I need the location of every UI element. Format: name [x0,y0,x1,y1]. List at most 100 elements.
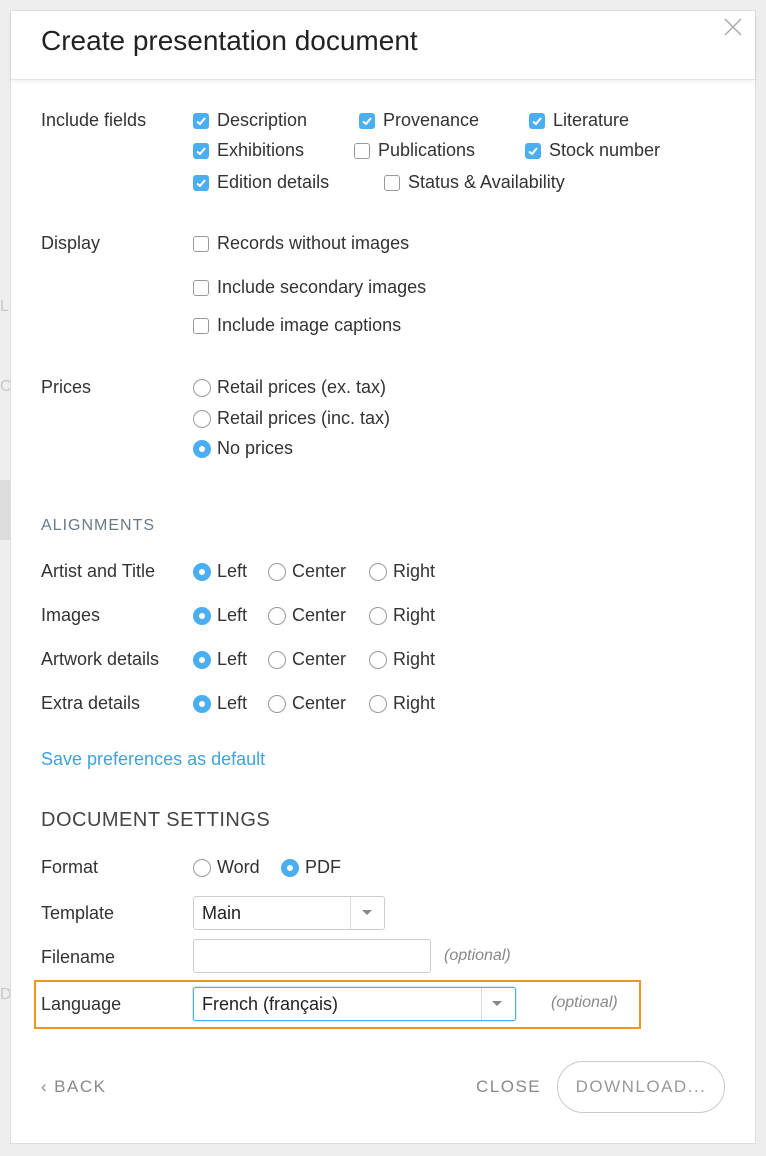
alignment-row-label: Images [41,605,101,625]
radio-label: PDF [305,857,341,877]
language-select[interactable]: French (français) [193,987,516,1021]
radio-label: Center [292,561,347,581]
checkbox-label: Include secondary images [217,277,427,297]
radio-unselected-icon [369,650,387,669]
checkbox-label: Stock number [549,140,661,160]
chevron-down-icon [492,1001,502,1006]
radio-format-pdf[interactable]: PDF [281,857,341,878]
radio-selected-icon [193,650,211,669]
radio-retail-inc-tax[interactable]: Retail prices (inc. tax) [193,408,390,429]
radio-retail-ex-tax[interactable]: Retail prices (ex. tax) [193,377,386,398]
checkbox-unchecked-icon [354,142,370,159]
radio-unselected-icon [268,694,286,713]
radio-artwork-details-left[interactable]: Left [193,649,247,670]
radio-unselected-icon [369,562,387,581]
radio-format-word[interactable]: Word [193,857,260,878]
radio-label: Center [292,693,347,713]
radio-label: Left [217,561,248,581]
alignments-heading: ALIGNMENTS [41,517,156,534]
filename-label: Filename [41,947,116,967]
back-button-label: BACK [54,1077,107,1096]
checkbox-unchecked-icon [384,174,400,191]
filename-input[interactable] [193,939,431,973]
radio-artwork-details-right[interactable]: Right [369,649,435,670]
language-optional-hint: (optional) [551,994,618,1011]
template-select-value: Main [202,903,242,923]
radio-artist-title-left[interactable]: Left [193,561,247,582]
template-select[interactable]: Main [193,896,385,930]
radio-label: Left [217,649,248,669]
radio-label: Right [393,649,436,669]
checkbox-label: Provenance [383,110,480,130]
radio-artist-title-right[interactable]: Right [369,561,435,582]
checkbox-records-without-images[interactable]: Records without images [193,233,409,254]
select-divider [481,988,482,1020]
radio-unselected-icon [369,694,387,713]
radio-label: Word [217,857,260,877]
alignment-row-label: Artist and Title [41,561,156,581]
checkbox-label: Records without images [217,233,410,253]
radio-selected-icon [193,606,211,625]
back-button[interactable]: ‹ BACK [41,1077,106,1097]
background-text: L [0,298,9,315]
radio-selected-icon [193,562,211,581]
format-label: Format [41,857,99,877]
checkbox-label: Include image captions [217,315,402,335]
radio-label: Right [393,561,436,581]
checkbox-label: Description [217,110,308,130]
radio-no-prices[interactable]: No prices [193,438,293,459]
radio-selected-icon [281,858,299,877]
alignment-row-label: Extra details [41,693,141,713]
checkbox-description[interactable]: Description [193,110,307,131]
checkbox-checked-icon [193,142,209,159]
radio-unselected-icon [268,650,286,669]
checkbox-secondary-images[interactable]: Include secondary images [193,277,426,298]
radio-artwork-details-center[interactable]: Center [268,649,346,670]
checkbox-checked-icon [525,142,541,159]
radio-images-right[interactable]: Right [369,605,435,626]
checkbox-image-captions[interactable]: Include image captions [193,315,401,336]
language-select-value: French (français) [202,994,339,1014]
dialog-header: Create presentation document [11,11,755,80]
radio-images-center[interactable]: Center [268,605,346,626]
checkbox-stock-number[interactable]: Stock number [525,140,660,161]
radio-artist-title-center[interactable]: Center [268,561,346,582]
radio-label: Left [217,693,248,713]
checkbox-publications[interactable]: Publications [354,140,475,161]
close-button[interactable]: CLOSE [476,1077,541,1097]
radio-unselected-icon [268,562,286,581]
radio-label: Retail prices (inc. tax) [217,408,391,428]
checkbox-edition-details[interactable]: Edition details [193,172,329,193]
radio-label: Right [393,693,436,713]
checkbox-label: Exhibitions [217,140,305,160]
save-preferences-link[interactable]: Save preferences as default [41,749,265,770]
filename-optional-hint: (optional) [444,947,511,964]
download-button[interactable]: DOWNLOAD... [557,1061,725,1113]
radio-extra-details-center[interactable]: Center [268,693,346,714]
alignment-row-label: Artwork details [41,649,160,669]
checkbox-unchecked-icon [193,317,209,334]
checkbox-literature[interactable]: Literature [529,110,629,131]
radio-label: Left [217,605,248,625]
radio-unselected-icon [369,606,387,625]
radio-extra-details-right[interactable]: Right [369,693,435,714]
background-panel [0,480,10,540]
document-settings-heading: DOCUMENT SETTINGS [41,809,271,831]
checkbox-checked-icon [529,112,545,129]
checkbox-unchecked-icon [193,235,209,252]
close-icon[interactable] [721,15,745,39]
radio-label: Center [292,649,347,669]
radio-selected-icon [193,694,211,713]
language-label: Language [41,994,122,1014]
checkbox-checked-icon [359,112,375,129]
radio-label: Center [292,605,347,625]
radio-extra-details-left[interactable]: Left [193,693,247,714]
checkbox-provenance[interactable]: Provenance [359,110,479,131]
checkbox-exhibitions[interactable]: Exhibitions [193,140,304,161]
radio-images-left[interactable]: Left [193,605,247,626]
checkbox-status-availability[interactable]: Status & Availability [384,172,565,193]
radio-selected-icon [193,439,211,458]
template-label: Template [41,903,115,923]
radio-unselected-icon [193,409,211,428]
dialog-title: Create presentation document [41,25,418,56]
